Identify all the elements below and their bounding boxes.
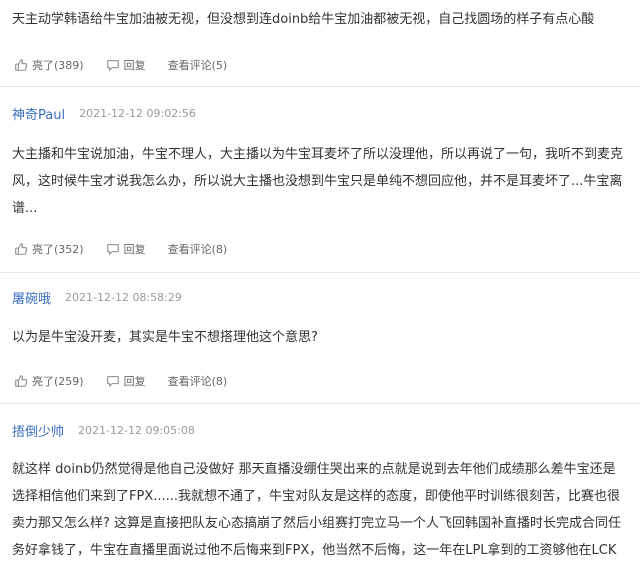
like-count-label: 亮了(259) [32,375,84,388]
like-button[interactable]: 亮了(389) [14,57,84,73]
comment-header: 屠碗哦 2021-12-12 08:58:29 [12,285,182,309]
view-comments-label: 查看评论(8) [167,243,228,256]
comment-item: 屠碗哦 2021-12-12 08:58:29 以为是牛宝没开麦，其实是牛宝不想… [0,273,640,404]
comment-text: 以为是牛宝没开麦，其实是牛宝不想搭理他这个意思? [12,330,318,345]
comment-timestamp: 2021-12-12 09:02:56 [79,106,196,120]
thumbs-up-icon [15,59,28,71]
comment-text: 大主播和牛宝说加油，牛宝不理人，大主播以为牛宝耳麦坏了所以没理他，所以再说了一句… [12,147,624,216]
view-comments-label: 查看评论(8) [167,375,228,388]
view-comments-label: 查看评论(5) [167,59,228,72]
comment-actions: 亮了(389) 回复 查看评论(5) [14,57,249,73]
speech-bubble-icon [106,244,119,255]
reply-label: 回复 [123,59,146,72]
comment-item: 捂倒少帅 2021-12-12 09:05:08 就这样 doinb仍然觉得是他… [0,404,640,567]
like-button[interactable]: 亮了(259) [14,373,84,389]
view-comments-link[interactable]: 查看评论(5) [168,57,228,73]
comment-text: 天主动学韩语给牛宝加油被无视，但没想到连doinb给牛宝加油都被无视，自己找圆场… [12,12,595,27]
speech-bubble-icon [106,376,119,387]
comment-author[interactable]: 捂倒少帅 [12,421,64,440]
comment-timestamp: 2021-12-12 09:05:08 [78,423,195,437]
comment-text: 就这样 doinb仍然觉得是他自己没做好 那天直播没绷住哭出来的点就是说到去年他… [12,462,622,558]
reply-button[interactable]: 回复 [106,241,146,257]
comment-list: 天主动学韩语给牛宝加油被无视，但没想到连doinb给牛宝加油都被无视，自己找圆场… [0,0,640,567]
comment-item: 天主动学韩语给牛宝加油被无视，但没想到连doinb给牛宝加油都被无视，自己找圆场… [0,0,640,87]
comment-author[interactable]: 屠碗哦 [12,288,51,307]
comment-actions: 亮了(259) 回复 查看评论(8) [14,373,249,389]
reply-button[interactable]: 回复 [106,57,146,73]
comment-timestamp: 2021-12-12 08:58:29 [65,290,182,304]
view-comments-link[interactable]: 查看评论(8) [168,241,228,257]
comment-actions: 亮了(352) 回复 查看评论(8) [14,241,249,257]
like-button[interactable]: 亮了(352) [14,241,84,257]
reply-label: 回复 [123,243,146,256]
comment-author[interactable]: 神奇Paul [12,104,65,123]
comment-item: 神奇Paul 2021-12-12 09:02:56 大主播和牛宝说加油，牛宝不… [0,87,640,273]
comment-header: 捂倒少帅 2021-12-12 09:05:08 [12,418,195,442]
reply-label: 回复 [123,375,146,388]
thumbs-up-icon [15,375,28,387]
thumbs-up-icon [15,243,28,255]
view-comments-link[interactable]: 查看评论(8) [168,373,228,389]
speech-bubble-icon [106,60,119,71]
like-count-label: 亮了(352) [32,243,84,256]
reply-button[interactable]: 回复 [106,373,146,389]
comment-header: 神奇Paul 2021-12-12 09:02:56 [12,101,196,125]
like-count-label: 亮了(389) [32,59,84,72]
